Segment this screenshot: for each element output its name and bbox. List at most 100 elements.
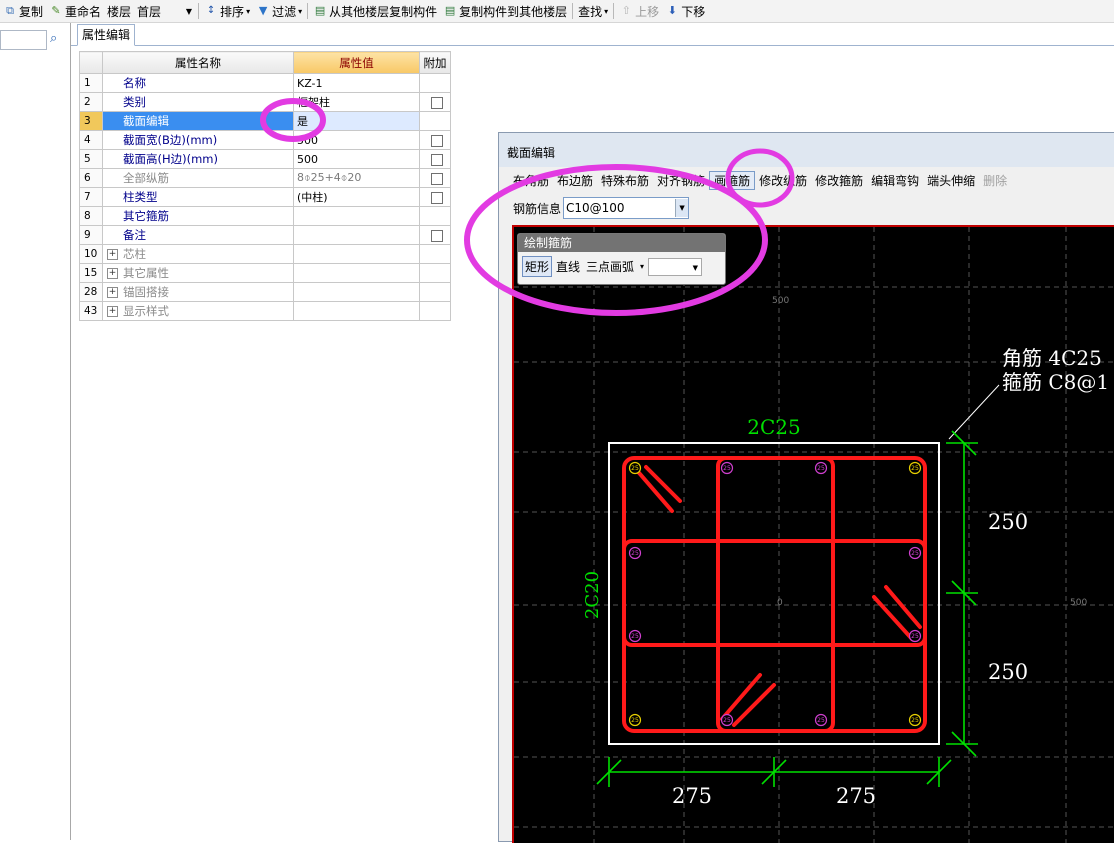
move-up-button[interactable]: ⇧ 上移: [616, 1, 662, 21]
row-number: 15: [79, 263, 103, 283]
section-tool-9[interactable]: 删除: [979, 172, 1011, 189]
expand-plus-icon[interactable]: +: [107, 306, 118, 317]
property-value-cell[interactable]: 是: [293, 111, 420, 131]
property-name-cell[interactable]: 备注: [102, 225, 294, 245]
floor-select[interactable]: 首层 ▼: [134, 1, 196, 21]
search-icon[interactable]: ⌕: [50, 31, 64, 47]
sort-button[interactable]: ↕ 排序 ▾: [201, 1, 253, 21]
rebar-label: 25: [723, 717, 731, 724]
expand-plus-icon[interactable]: +: [107, 287, 118, 298]
property-name-cell[interactable]: 截面高(H边)(mm): [102, 149, 294, 169]
property-value-cell[interactable]: [293, 282, 420, 302]
toolbar-divider: [307, 3, 309, 19]
attach-checkbox[interactable]: [431, 229, 443, 242]
property-name-cell[interactable]: + 锚固搭接: [102, 282, 294, 302]
grid-row[interactable]: 4 截面宽(B边)(mm) 500: [79, 130, 451, 150]
property-name-cell[interactable]: + 芯柱: [102, 244, 294, 264]
grid-row[interactable]: 5 截面高(H边)(mm) 500: [79, 149, 451, 169]
rectangle-mode-button[interactable]: 矩形: [522, 256, 553, 277]
grid-row[interactable]: 15 + 其它属性: [79, 263, 451, 283]
property-name-cell[interactable]: + 显示样式: [102, 301, 294, 321]
move-down-button[interactable]: ⬇ 下移: [662, 1, 708, 21]
attach-checkbox[interactable]: [431, 134, 443, 147]
section-tool-2[interactable]: 特殊布筋: [597, 172, 653, 189]
sort-az-icon: ↕: [206, 5, 216, 16]
chevron-down-icon[interactable]: ▼: [675, 199, 689, 217]
attach-cell: [419, 149, 451, 169]
copy-button[interactable]: ⧉ 复制: [0, 1, 46, 21]
section-tool-5[interactable]: 修改纵筋: [755, 172, 811, 189]
property-value-cell[interactable]: [293, 301, 420, 321]
grid-row[interactable]: 7 柱类型 (中柱): [79, 187, 451, 207]
grid-row[interactable]: 28 + 锚固搭接: [79, 282, 451, 302]
property-name: 全部纵筋: [123, 171, 169, 185]
value-column-header[interactable]: 属性值: [293, 51, 420, 74]
three-point-arc-button[interactable]: 三点画弧: [584, 257, 636, 276]
drawing-canvas[interactable]: 500 0 500 25 25 25 25 25 25 25 25 25 25 25 25 2C25 2C20 角…: [512, 225, 1114, 843]
attach-checkbox[interactable]: [431, 172, 443, 185]
stirrup-hook: [872, 595, 914, 641]
extra-column-header[interactable]: 附加: [419, 51, 451, 74]
grid-row[interactable]: 43 + 显示样式: [79, 301, 451, 321]
property-value-cell[interactable]: [293, 244, 420, 264]
section-tool-3[interactable]: 对齐钢筋: [653, 172, 709, 189]
property-name: 其它箍筋: [123, 209, 169, 223]
attach-checkbox[interactable]: [431, 153, 443, 166]
section-tool-7[interactable]: 编辑弯钩: [867, 172, 923, 189]
copy-from-floor-button[interactable]: ▤ 从其他楼层复制构件: [310, 1, 440, 21]
line-mode-button[interactable]: 直线: [554, 257, 582, 276]
arc-option-select[interactable]: ▼: [648, 257, 703, 276]
property-name: 柱类型: [123, 190, 158, 204]
grid-row[interactable]: 2 类别 框架柱: [79, 92, 451, 112]
filter-button[interactable]: ▼ 过滤 ▾: [253, 1, 305, 21]
name-column-header[interactable]: 属性名称: [102, 51, 294, 74]
property-value-cell[interactable]: 框架柱: [293, 92, 420, 112]
rename-button[interactable]: ✎ 重命名: [46, 1, 104, 21]
property-value-cell[interactable]: 500: [293, 149, 420, 169]
draw-stirrup-title: 绘制箍筋: [518, 234, 725, 252]
dropdown-arrow-icon[interactable]: ▾: [640, 262, 644, 271]
grid-row[interactable]: 6 全部纵筋 8⌽25+4⌽20: [79, 168, 451, 188]
attach-checkbox[interactable]: [431, 96, 443, 109]
section-tool-8[interactable]: 端头伸缩: [923, 172, 979, 189]
section-tool-4[interactable]: 画箍筋: [709, 170, 756, 190]
grid-row[interactable]: 10 + 芯柱: [79, 244, 451, 264]
property-name-cell[interactable]: + 其它属性: [102, 263, 294, 283]
property-value-cell[interactable]: [293, 206, 420, 226]
property-value-cell[interactable]: 500: [293, 130, 420, 150]
search-input[interactable]: [0, 30, 47, 50]
property-value-cell[interactable]: 8⌽25+4⌽20: [293, 168, 420, 188]
rebar-info-select[interactable]: C10@100 ▼: [563, 197, 690, 219]
property-name-cell[interactable]: 其它箍筋: [102, 206, 294, 226]
section-tool-0[interactable]: 布角筋: [509, 172, 553, 189]
property-name-cell[interactable]: 全部纵筋: [102, 168, 294, 188]
property-name-cell[interactable]: 截面宽(B边)(mm): [102, 130, 294, 150]
section-tool-6[interactable]: 修改箍筋: [811, 172, 867, 189]
property-value-cell[interactable]: KZ-1: [293, 73, 420, 93]
attach-cell: [419, 168, 451, 188]
property-name: 其它属性: [123, 266, 169, 280]
expand-plus-icon[interactable]: +: [107, 268, 118, 279]
section-drawing: 500 0 500 25 25 25 25 25 25 25 25 25 25 25 25 2C25 2C20 角…: [514, 227, 1114, 843]
property-name-cell[interactable]: 截面编辑: [102, 111, 294, 131]
find-button[interactable]: 查找 ▾: [575, 1, 611, 21]
tab-property-edit[interactable]: 属性编辑: [77, 24, 136, 46]
property-name-cell[interactable]: 类别: [102, 92, 294, 112]
row-number: 28: [79, 282, 103, 302]
attach-cell: [419, 187, 451, 207]
copy-to-floor-button[interactable]: ▤ 复制构件到其他楼层: [440, 1, 570, 21]
grid-row[interactable]: 1 名称 KZ-1: [79, 73, 451, 93]
grid-row[interactable]: 9 备注: [79, 225, 451, 245]
expand-plus-icon[interactable]: +: [107, 249, 118, 260]
property-name-cell[interactable]: 名称: [102, 73, 294, 93]
property-name-cell[interactable]: 柱类型: [102, 187, 294, 207]
rebar-label: 25: [817, 717, 825, 724]
leader-line: [948, 384, 1000, 440]
attach-checkbox[interactable]: [431, 191, 443, 204]
grid-row[interactable]: 8 其它箍筋: [79, 206, 451, 226]
grid-row[interactable]: 3 截面编辑 是: [79, 111, 451, 131]
section-tool-1[interactable]: 布边筋: [553, 172, 597, 189]
property-value-cell[interactable]: [293, 225, 420, 245]
property-value-cell[interactable]: (中柱): [293, 187, 420, 207]
property-value-cell[interactable]: [293, 263, 420, 283]
